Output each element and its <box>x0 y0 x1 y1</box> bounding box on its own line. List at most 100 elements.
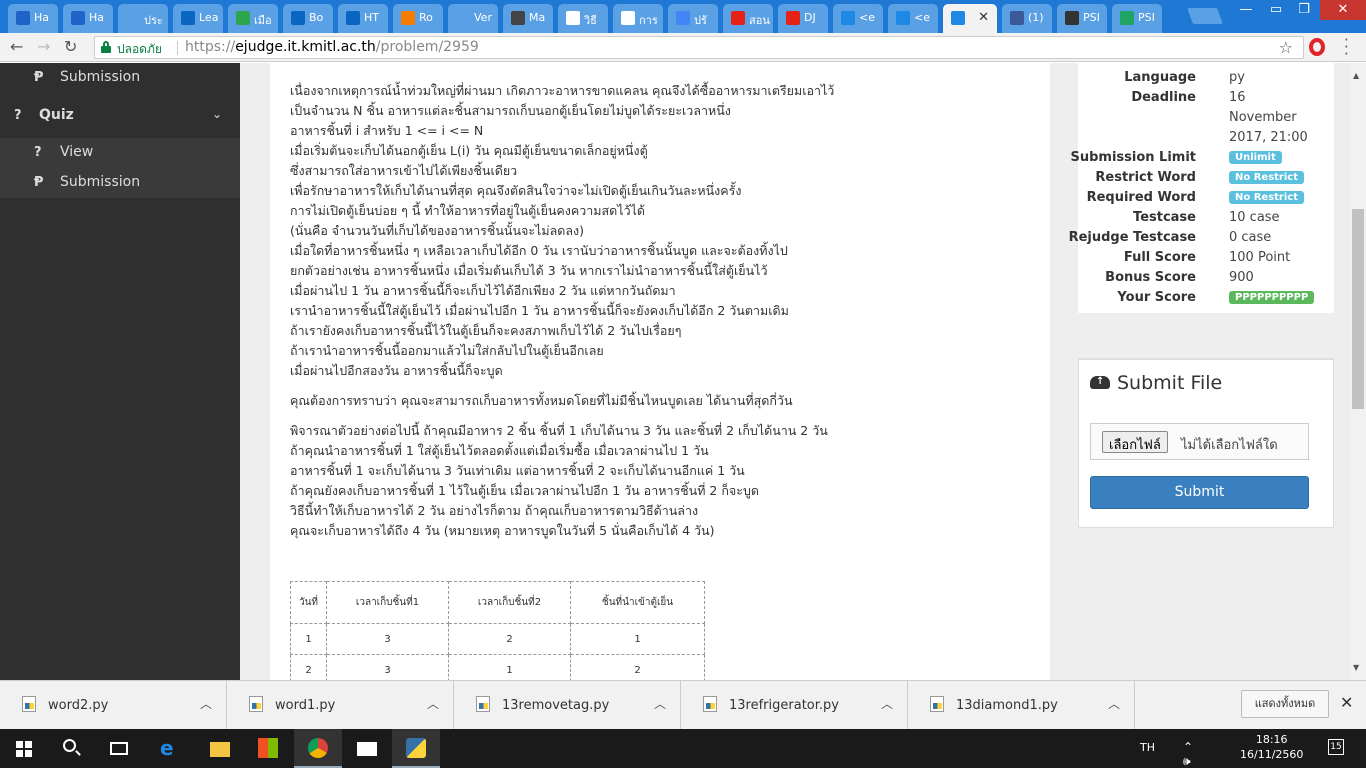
choose-file-button[interactable]: เลือกไฟล์ <box>1102 431 1168 453</box>
table-header-cell: วันที่ <box>290 581 327 624</box>
tab[interactable]: PSI <box>1112 4 1162 33</box>
chevron-up-icon[interactable]: ︿ <box>200 695 212 712</box>
github-icon <box>1065 11 1079 25</box>
close-window-icon[interactable]: ✕ <box>1320 0 1366 20</box>
tab[interactable]: <e <box>888 4 938 33</box>
edge-button[interactable]: e <box>146 729 194 768</box>
google-icon <box>621 11 635 25</box>
tray-icons[interactable]: ⌃ 🕪 ⚐ <box>1183 740 1194 768</box>
tab[interactable]: HT <box>338 4 388 33</box>
minimize-icon[interactable]: — <box>1232 0 1260 20</box>
table-header-row: วันที่ เวลาเก็บชิ้นที่1 เวลาเก็บชิ้นที่2 ชิ… <box>290 581 705 624</box>
info-value: 0 case <box>1229 230 1272 245</box>
chevron-up-icon[interactable]: ︿ <box>1108 695 1120 712</box>
sidebar-item-quiz[interactable]: ? Quiz ⌄ <box>0 101 240 131</box>
sidebar-item-view[interactable]: ? View <box>0 138 240 168</box>
scroll-thumb[interactable] <box>1352 209 1364 409</box>
download-item[interactable]: 13refrigerator.py ︿ <box>681 681 908 730</box>
language-indicator[interactable]: TH <box>1140 741 1155 754</box>
bookmark-star-icon[interactable]: ☆ <box>1279 38 1293 57</box>
tab[interactable]: <e <box>833 4 883 33</box>
tab[interactable]: PSI <box>1057 4 1107 33</box>
download-filename: word1.py <box>275 698 336 713</box>
address-bar: ← → ↻ ปลอดภัย https://ejudge.it.kmitl.ac… <box>0 33 1366 62</box>
tab[interactable]: ประ <box>118 4 168 33</box>
chevron-up-icon[interactable]: ︿ <box>427 695 439 712</box>
tab-label: Ro <box>419 11 433 24</box>
back-arrow-icon[interactable]: ← <box>10 37 23 56</box>
task-view-button[interactable] <box>96 729 144 768</box>
calculator-icon <box>511 11 525 25</box>
tab[interactable]: DJ <box>778 4 828 33</box>
download-item[interactable]: 13diamond1.py ︿ <box>908 681 1135 730</box>
scroll-down-icon[interactable]: ▼ <box>1353 663 1359 672</box>
download-item[interactable]: word2.py ︿ <box>0 681 227 730</box>
problem-line: อาหารชิ้นที่ 1 จะเก็บได้นาน 3 วันเท่าเดิ… <box>290 463 745 478</box>
ejudge-icon <box>841 11 855 25</box>
clock[interactable]: 18:16 16/11/2560 <box>1240 732 1303 762</box>
tab[interactable]: วิธี <box>558 4 608 33</box>
download-item[interactable]: word1.py ︿ <box>227 681 454 730</box>
tab[interactable]: การ <box>613 4 663 33</box>
vertical-scrollbar[interactable]: ▲ ▼ <box>1350 63 1366 680</box>
chevron-up-icon[interactable]: ︿ <box>881 695 893 712</box>
close-icon[interactable]: ✕ <box>1340 693 1353 712</box>
chevron-up-icon[interactable]: ︿ <box>654 695 666 712</box>
chrome-button[interactable] <box>294 729 342 768</box>
table-cell: 3 <box>326 623 449 655</box>
tab[interactable]: Ro <box>393 4 443 33</box>
download-item[interactable]: 13removetag.py ︿ <box>454 681 681 730</box>
problem-line: คุณจะเก็บอาหารได้ถึง 4 วัน (หมายเหตุ อาห… <box>290 523 715 538</box>
info-key: Testcase <box>1133 210 1196 225</box>
problem-line: เนื่องจากเหตุการณ์น้ำท่วมใหญ่ที่ผ่านมา เ… <box>290 83 835 98</box>
clock-date: 16/11/2560 <box>1240 748 1304 761</box>
start-button[interactable] <box>0 729 48 768</box>
status-badge: No Restrict <box>1229 171 1305 184</box>
reload-icon[interactable]: ↻ <box>64 37 77 56</box>
tab[interactable]: (1) <box>1002 4 1052 33</box>
site-icon <box>236 11 250 25</box>
mail-button[interactable] <box>343 729 391 768</box>
tab[interactable]: Ha <box>8 4 58 33</box>
python-button[interactable] <box>392 729 440 768</box>
sidebar: Ᵽ Submission ? Quiz ⌄ ? View Ᵽ Submissio… <box>0 63 240 680</box>
tab[interactable]: ✕ <box>943 4 997 34</box>
show-all-button[interactable]: แสดงทั้งหมด <box>1241 690 1329 718</box>
tab-label: Ver <box>474 11 492 24</box>
info-value: November <box>1229 110 1297 125</box>
sidebar-item-submission[interactable]: Ᵽ Submission <box>0 168 240 198</box>
search-button[interactable] <box>48 729 96 768</box>
submit-button[interactable]: Submit <box>1090 476 1309 509</box>
url-path: /problem/2959 <box>375 39 479 55</box>
notification-icon[interactable]: 15 <box>1328 739 1344 755</box>
restore-icon[interactable]: ❐ <box>1290 0 1318 20</box>
info-value: 16 <box>1229 90 1246 105</box>
tab[interactable]: ปรั <box>668 4 718 33</box>
tab[interactable]: Ma <box>503 4 553 33</box>
tab[interactable]: Bo <box>283 4 333 33</box>
info-key: Full Score <box>1123 250 1196 265</box>
chrome-menu-icon[interactable]: · · · <box>1344 33 1349 62</box>
url-field[interactable]: ปลอดภัย https://ejudge.it.kmitl.ac.th/pr… <box>94 36 1304 59</box>
sidebar-item-submission[interactable]: Ᵽ Submission <box>0 63 240 93</box>
info-value: py <box>1229 70 1245 85</box>
close-tab-icon[interactable]: ✕ <box>978 10 989 25</box>
python-file-icon <box>930 696 944 712</box>
store-button[interactable] <box>244 729 292 768</box>
tab[interactable]: สอน <box>723 4 773 33</box>
explorer-button[interactable] <box>196 729 244 768</box>
new-tab-button[interactable] <box>1187 8 1223 24</box>
tab[interactable]: Lea <box>173 4 223 33</box>
file-input[interactable]: เลือกไฟล์ ไม่ได้เลือกไฟล์ใด <box>1090 423 1309 460</box>
opera-extension-icon[interactable] <box>1309 38 1325 56</box>
tab-label: Ha <box>34 11 50 24</box>
tab[interactable]: Ver <box>448 4 498 33</box>
user-icon[interactable]: ▭ <box>1262 0 1290 20</box>
tab[interactable]: เมือ <box>228 4 278 33</box>
hackerrank-icon <box>16 11 30 25</box>
tab[interactable]: Ha <box>63 4 113 33</box>
forward-arrow-icon[interactable]: → <box>37 37 50 56</box>
scroll-up-icon[interactable]: ▲ <box>1353 71 1359 80</box>
tab-label: Ha <box>89 11 105 24</box>
sidebar-item-label: Submission <box>60 174 141 190</box>
